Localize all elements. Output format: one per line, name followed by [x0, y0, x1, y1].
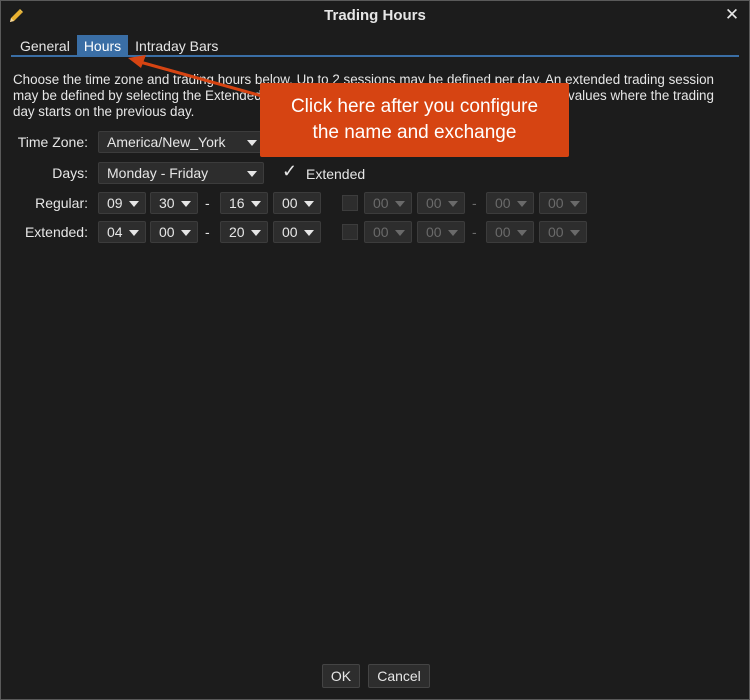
- regular-end-hour-value: 16: [229, 195, 245, 211]
- close-button[interactable]: ✕: [723, 5, 741, 25]
- extended-end-hour-dropdown[interactable]: 20: [220, 221, 268, 243]
- callout-line-2: the name and exchange: [312, 122, 517, 143]
- extended-session2-end-hour-value: 00: [495, 224, 511, 240]
- regular-session2-checkbox[interactable]: [342, 195, 358, 211]
- extended-session2-start-minute-dropdown[interactable]: 00: [417, 221, 465, 243]
- extended-hours-label: Extended:: [24, 224, 88, 240]
- chevron-down-icon: [517, 230, 527, 236]
- chevron-down-icon: [247, 171, 257, 177]
- chevron-down-icon: [181, 201, 191, 207]
- days-label: Days:: [52, 165, 88, 181]
- chevron-down-icon: [448, 230, 458, 236]
- days-value: Monday - Friday: [107, 165, 209, 181]
- tab-general[interactable]: General: [13, 35, 77, 57]
- regular-session2-end-hour-value: 00: [495, 195, 511, 211]
- extended-session2-end-minute-dropdown[interactable]: 00: [539, 221, 587, 243]
- regular-session2-start-hour-value: 00: [373, 195, 389, 211]
- extended-session2-end-minute-value: 00: [548, 224, 564, 240]
- extended-session2-checkbox[interactable]: [342, 224, 358, 240]
- tab-bar: General Hours Intraday Bars: [13, 35, 225, 57]
- tab-intraday-bars[interactable]: Intraday Bars: [128, 35, 225, 57]
- cancel-button[interactable]: Cancel: [368, 664, 430, 688]
- regular-session2-start-minute-dropdown[interactable]: 00: [417, 192, 465, 214]
- chevron-down-icon: [448, 201, 458, 207]
- regular-session2-end-minute-value: 00: [548, 195, 564, 211]
- extended-session2-start-hour-value: 00: [373, 224, 389, 240]
- regular-session2-end-minute-dropdown[interactable]: 00: [539, 192, 587, 214]
- chevron-down-icon: [129, 230, 139, 236]
- regular-session2-start-minute-value: 00: [426, 195, 442, 211]
- extended-end-minute-dropdown[interactable]: 00: [273, 221, 321, 243]
- time-range-dash: -: [472, 224, 477, 240]
- tutorial-callout: Click here after you configure the name …: [260, 83, 569, 157]
- extended-session2-start-hour-dropdown[interactable]: 00: [364, 221, 412, 243]
- regular-session2-end-hour-dropdown[interactable]: 00: [486, 192, 534, 214]
- title-bar: Trading Hours ✕: [1, 1, 749, 31]
- time-range-dash: -: [205, 224, 210, 240]
- chevron-down-icon: [304, 201, 314, 207]
- extended-start-hour-dropdown[interactable]: 04: [98, 221, 146, 243]
- time-range-dash: -: [472, 195, 477, 211]
- timezone-label: Time Zone:: [17, 134, 88, 150]
- regular-start-minute-dropdown[interactable]: 30: [150, 192, 198, 214]
- chevron-down-icon: [247, 140, 257, 146]
- regular-start-hour-value: 09: [107, 195, 123, 211]
- ok-button[interactable]: OK: [322, 664, 360, 688]
- extended-session2-start-minute-value: 00: [426, 224, 442, 240]
- chevron-down-icon: [304, 230, 314, 236]
- extended-start-minute-dropdown[interactable]: 00: [150, 221, 198, 243]
- chevron-down-icon: [395, 230, 405, 236]
- chevron-down-icon: [251, 230, 261, 236]
- extended-checkbox-label: Extended: [306, 166, 366, 182]
- chevron-down-icon: [395, 201, 405, 207]
- regular-start-minute-value: 30: [159, 195, 175, 211]
- dialog-title: Trading Hours: [324, 7, 426, 24]
- chevron-down-icon: [129, 201, 139, 207]
- extended-end-hour-value: 20: [229, 224, 245, 240]
- days-dropdown[interactable]: Monday - Friday: [98, 162, 264, 184]
- tab-underline: [11, 55, 739, 57]
- extended-end-minute-value: 00: [282, 224, 298, 240]
- extended-session2-end-hour-dropdown[interactable]: 00: [486, 221, 534, 243]
- checkmark-icon: ✓: [282, 161, 298, 181]
- tab-hours[interactable]: Hours: [76, 35, 129, 57]
- regular-start-hour-dropdown[interactable]: 09: [98, 192, 146, 214]
- timezone-value: America/New_York: [107, 134, 226, 150]
- chevron-down-icon: [181, 230, 191, 236]
- callout-line-1: Click here after you configure: [290, 96, 539, 117]
- regular-end-hour-dropdown[interactable]: 16: [220, 192, 268, 214]
- timezone-dropdown[interactable]: America/New_York: [98, 131, 264, 153]
- regular-session2-start-hour-dropdown[interactable]: 00: [364, 192, 412, 214]
- extended-start-hour-value: 04: [107, 224, 123, 240]
- chevron-down-icon: [570, 230, 580, 236]
- regular-end-minute-value: 00: [282, 195, 298, 211]
- extended-checkbox[interactable]: ✓: [282, 161, 298, 181]
- time-range-dash: -: [205, 195, 210, 211]
- extended-start-minute-value: 00: [159, 224, 175, 240]
- regular-label: Regular:: [35, 195, 88, 211]
- chevron-down-icon: [251, 201, 261, 207]
- chevron-down-icon: [517, 201, 527, 207]
- chevron-down-icon: [570, 201, 580, 207]
- regular-end-minute-dropdown[interactable]: 00: [273, 192, 321, 214]
